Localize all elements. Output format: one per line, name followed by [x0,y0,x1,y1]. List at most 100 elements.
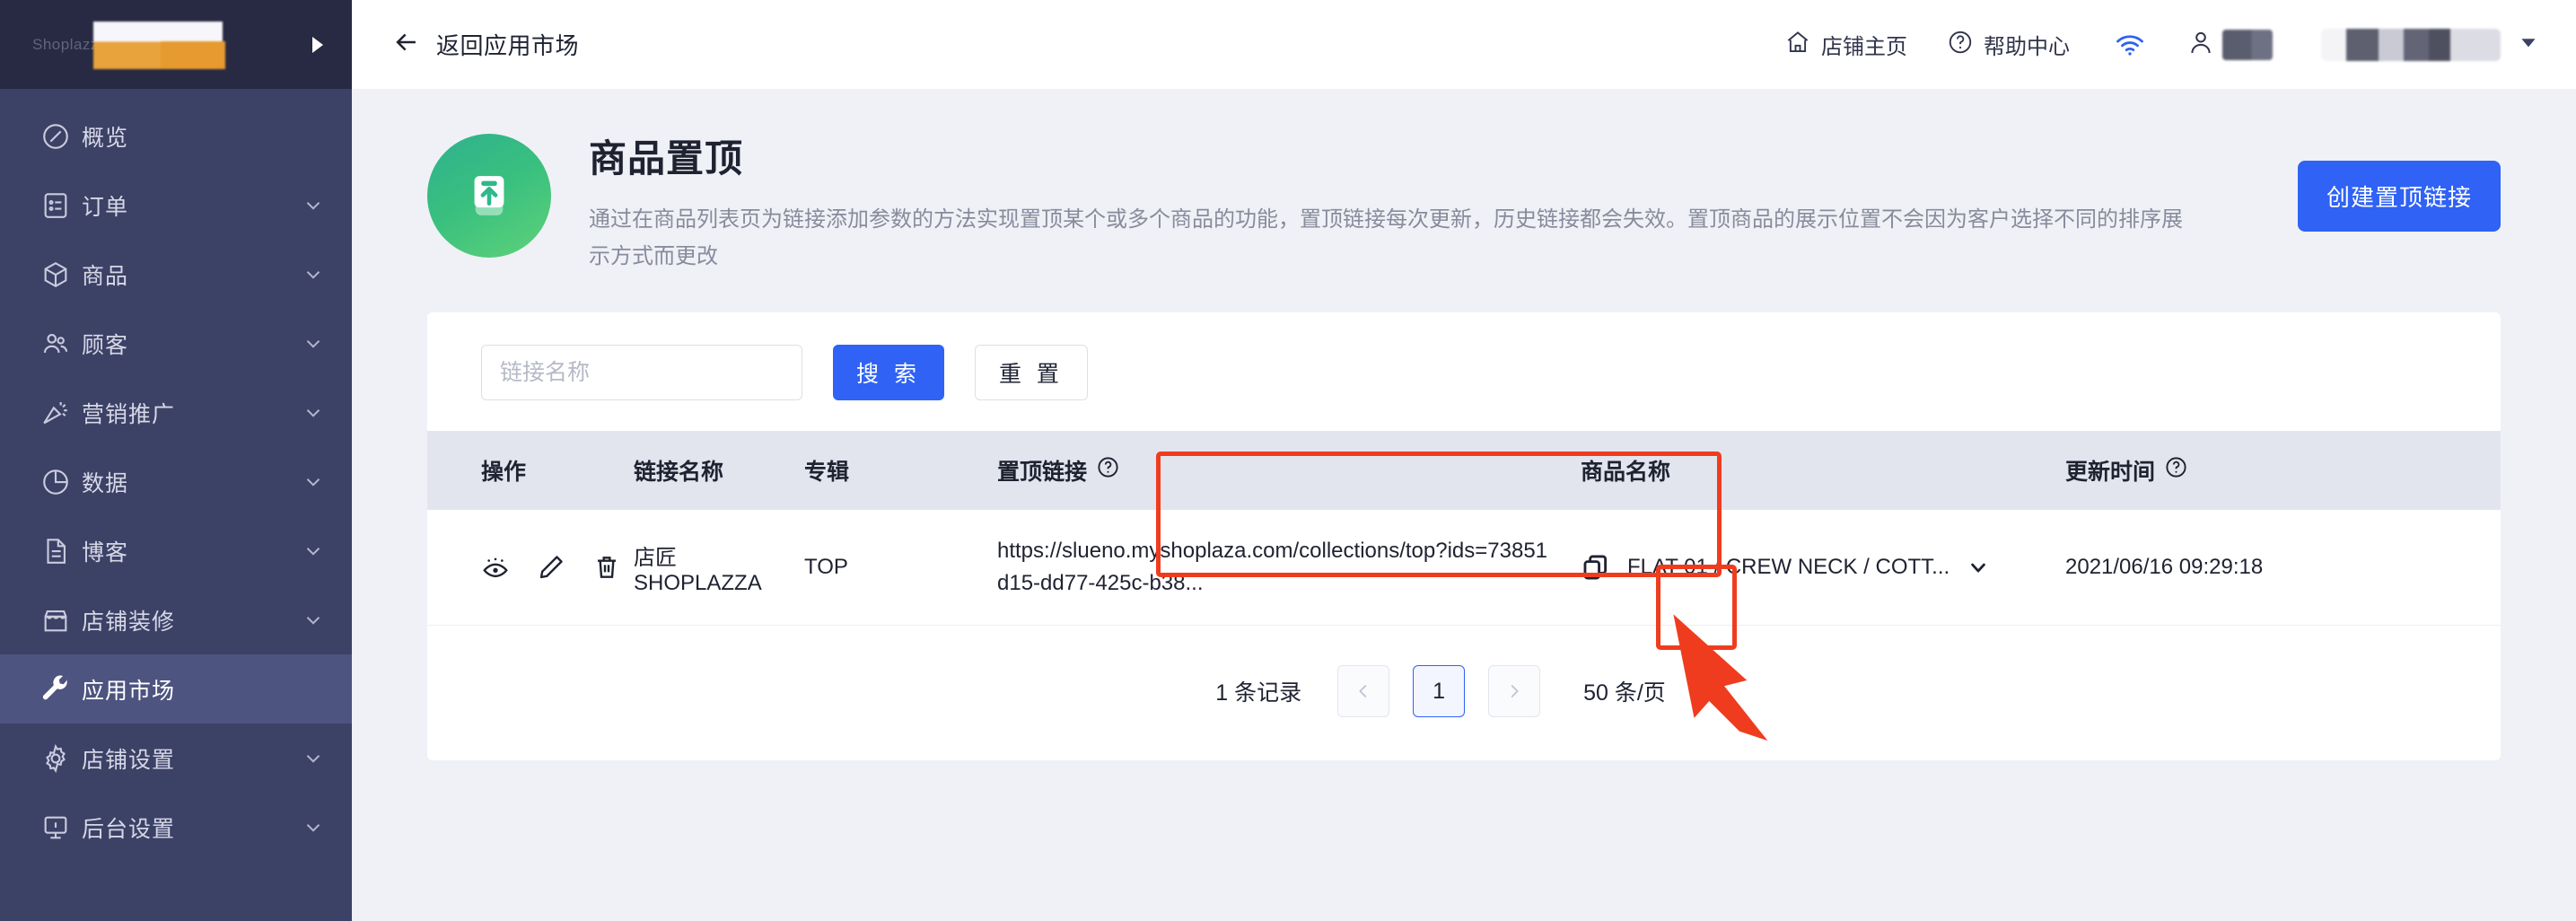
col-header-top-link: 置顶链接 [997,431,1581,510]
app-header-text: 商品置顶 通过在商品列表页为链接添加参数的方法实现置顶某个或多个商品的功能，置顶… [589,128,2271,275]
delete-icon[interactable] [592,553,621,582]
gear-icon [40,743,82,774]
main-area: 返回应用市场 店铺主页 帮助中心 商品置顶 通过在商品列表页为链接添加参数的方法… [352,0,2576,921]
sidebar-item-label: 应用市场 [82,678,176,704]
copy-link-button[interactable] [1581,552,1611,583]
compass-icon [40,121,82,152]
sidebar-item-store-settings[interactable]: 店铺设置 [0,724,352,793]
store-home-label: 店铺主页 [1821,35,1907,59]
play-triangle-icon [312,36,323,53]
sidebar-item-customers[interactable]: 顾客 [0,309,352,378]
sidebar-item-blog[interactable]: 博客 [0,516,352,585]
app-icon-badge [427,134,551,258]
sidebar-item-overview[interactable]: 概览 [0,101,352,171]
pie-chart-icon [40,467,82,497]
app-root: Shoplazza 概览 订单 商品 顾客 营销推广 数据 博客 店铺装修 应用… [0,0,2576,921]
help-circle-icon[interactable] [1096,455,1120,486]
cell-album: TOP [804,510,997,626]
top-link-text: https://slueno.myshoplaza.com/collection… [997,539,1548,595]
sidebar-item-label: 店铺设置 [82,747,176,773]
sidebar-item-admin-settings[interactable]: 后台设置 [0,793,352,862]
user-account-button[interactable] [2186,28,2273,61]
store-selector[interactable] [2321,28,2540,61]
edit-icon[interactable] [537,553,565,582]
users-icon [40,329,82,359]
order-list-icon [40,190,82,221]
top-links-card: 搜 索 重 置 操作 链接名称 专辑 [427,312,2501,760]
wrench-icon [40,674,82,705]
pagination-total: 1 条记录 [1215,680,1302,706]
col-label: 链接名称 [634,460,724,485]
col-label: 置顶链接 [997,460,1088,485]
pagination: 1 条记录 1 50 条/页 [427,626,2501,760]
cell-actions [427,510,634,626]
help-center-link[interactable]: 帮助中心 [1947,29,2070,60]
page-size-label: 50 条/页 [1583,680,1666,706]
sidebar-item-label: 博客 [82,539,129,566]
sidebar-item-marketing[interactable]: 营销推广 [0,378,352,447]
help-center-label: 帮助中心 [1984,35,2070,59]
back-to-app-market-link[interactable]: 返回应用市场 [391,27,579,62]
sidebar-item-orders[interactable]: 订单 [0,171,352,240]
col-header-link-name: 链接名称 [634,431,804,510]
home-icon [1784,29,1811,60]
sidebar-item-label: 店铺装修 [82,609,176,635]
store-home-link[interactable]: 店铺主页 [1784,29,1907,60]
chevron-down-icon[interactable] [302,470,325,494]
app-header: 商品置顶 通过在商品列表页为链接添加参数的方法实现置顶某个或多个商品的功能，置顶… [352,89,2576,275]
user-name-masked [2222,29,2273,60]
link-name-input[interactable] [481,345,802,400]
chevron-down-icon[interactable] [302,539,325,563]
sidebar-item-store-design[interactable]: 店铺装修 [0,585,352,654]
app-header-actions: 创建置顶链接 [2297,128,2501,232]
chevron-down-icon[interactable] [302,401,325,425]
brand-logo-image [93,22,225,69]
person-icon [2186,28,2215,61]
sidebar-item-label: 顾客 [82,332,129,358]
chevron-down-icon[interactable] [302,263,325,286]
search-button[interactable]: 搜 索 [833,345,944,400]
sidebar-item-label: 商品 [82,263,129,289]
wifi-icon[interactable] [2115,30,2145,60]
create-top-link-button[interactable]: 创建置顶链接 [2297,161,2501,232]
pagination-prev-button[interactable] [1337,665,1390,717]
page-size-selector[interactable]: 50 条/页 [1583,675,1713,707]
chevron-down-icon[interactable] [302,194,325,217]
chevron-down-icon[interactable] [302,609,325,632]
sidebar-nav: 概览 订单 商品 顾客 营销推广 数据 博客 店铺装修 应用市场 店铺设置 后台… [0,89,352,921]
sidebar-item-analytics[interactable]: 数据 [0,447,352,516]
help-circle-icon[interactable] [2164,455,2188,486]
pin-to-top-icon [474,176,504,215]
pagination-next-button[interactable] [1488,665,1541,717]
row-action-group [481,553,634,582]
cell-link-name: 店匠SHOPLAZZA [634,510,804,626]
top-bar: 返回应用市场 店铺主页 帮助中心 [352,0,2576,89]
chevron-down-icon[interactable] [302,747,325,770]
cell-top-link: https://slueno.myshoplaza.com/collection… [997,510,1581,626]
sidebar-item-label: 数据 [82,470,129,496]
document-icon [40,536,82,566]
table-body: 店匠SHOPLAZZA TOP https://slueno.myshoplaz… [427,510,2501,626]
chevron-down-icon [2517,31,2540,58]
page-content: 商品置顶 通过在商品列表页为链接添加参数的方法实现置顶某个或多个商品的功能，置顶… [352,89,2576,921]
arrow-left-icon [391,27,422,62]
reset-button[interactable]: 重 置 [974,345,1088,400]
table-row: 店匠SHOPLAZZA TOP https://slueno.myshoplaz… [427,510,2501,626]
top-links-table: 操作 链接名称 专辑 置顶链接 商品名称 更新时间 店匠SHOPLAZZA TO… [427,431,2501,626]
product-cell: FLAT 01 / CREW NECK / COTT... [1581,552,2065,583]
top-bar-right: 店铺主页 帮助中心 [1745,28,2540,61]
megaphone-icon [40,398,82,428]
sidebar-item-app-market[interactable]: 应用市场 [0,654,352,724]
preview-icon[interactable] [481,553,510,582]
cell-product-name: FLAT 01 / CREW NECK / COTT... [1581,510,2065,626]
col-header-actions: 操作 [427,431,634,510]
col-header-product-name: 商品名称 [1581,431,2065,510]
sidebar-item-products[interactable]: 商品 [0,240,352,309]
storefront-icon [40,605,82,636]
chevron-down-icon[interactable] [302,816,325,839]
chevron-down-icon[interactable] [1966,555,1991,580]
caret-down-icon [1691,679,1713,705]
pagination-page-1[interactable]: 1 [1413,665,1466,717]
sidebar-collapse-button[interactable] [303,31,330,58]
chevron-down-icon[interactable] [302,332,325,355]
